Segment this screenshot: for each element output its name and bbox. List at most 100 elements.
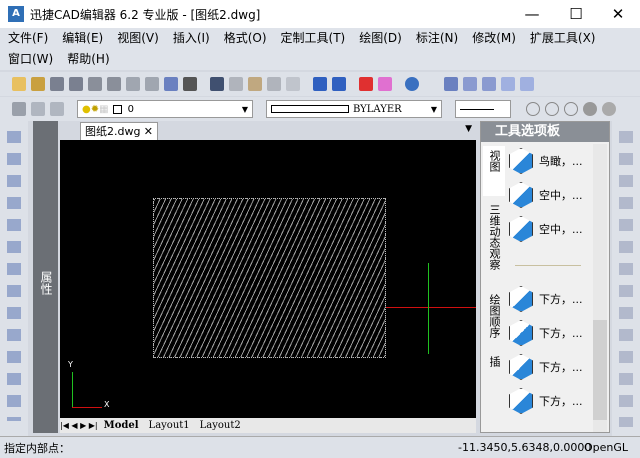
menu-view[interactable]: 视图(V) bbox=[117, 28, 159, 49]
circle-icon[interactable] bbox=[526, 102, 540, 116]
hidden-icon[interactable] bbox=[545, 102, 559, 116]
palette-tab-insert[interactable]: 插 bbox=[483, 352, 505, 382]
open-icon[interactable] bbox=[31, 77, 45, 91]
color-swatch-icon bbox=[112, 104, 122, 114]
layer-state-icon[interactable] bbox=[50, 102, 64, 116]
explode-icon[interactable] bbox=[378, 77, 392, 91]
separator bbox=[515, 265, 581, 266]
gouraud-icon[interactable] bbox=[583, 102, 597, 116]
flat-shade-icon[interactable] bbox=[564, 102, 578, 116]
tab-model[interactable]: Model bbox=[104, 420, 139, 431]
layer-previous-icon[interactable] bbox=[31, 102, 45, 116]
text-icon[interactable] bbox=[463, 77, 477, 91]
tab-list-chevron-icon[interactable]: ▼ bbox=[465, 124, 472, 134]
ucs-x-label: X bbox=[104, 400, 110, 409]
paste-special-icon[interactable] bbox=[267, 77, 281, 91]
properties-toolbar: ● ✹ ▦ 0 ▼ BYLAYER ▼ bbox=[0, 97, 640, 121]
scrollbar-thumb[interactable] bbox=[593, 320, 607, 420]
palette-item[interactable]: 下方，... bbox=[539, 291, 583, 307]
ucs-y-axis bbox=[72, 372, 73, 408]
copy-icon[interactable] bbox=[229, 77, 243, 91]
palette-item[interactable]: 空中，... bbox=[539, 221, 583, 237]
preview-icon[interactable] bbox=[126, 77, 140, 91]
draw-tool-icons[interactable] bbox=[7, 131, 21, 421]
linetype-preview bbox=[271, 105, 349, 113]
save-icon[interactable] bbox=[50, 77, 64, 91]
lineweight-combo[interactable] bbox=[455, 100, 511, 118]
close-button[interactable]: ✕ bbox=[596, 0, 640, 28]
document-tab-label: 图纸2.dwg bbox=[85, 125, 141, 138]
palette-tab-draw-order[interactable]: 绘图顺序 bbox=[483, 290, 505, 350]
palette-item[interactable]: 空中，... bbox=[539, 187, 583, 203]
new-icon[interactable] bbox=[12, 77, 26, 91]
delete-icon[interactable] bbox=[359, 77, 373, 91]
spellcheck-icon[interactable] bbox=[164, 77, 178, 91]
undo-icon[interactable] bbox=[313, 77, 327, 91]
app-logo-icon: A bbox=[8, 6, 24, 22]
menu-modify[interactable]: 修改(M) bbox=[472, 28, 516, 49]
menu-file[interactable]: 文件(F) bbox=[8, 28, 48, 49]
palette-item[interactable]: 下方，... bbox=[539, 325, 583, 341]
menu-dimension[interactable]: 标注(N) bbox=[416, 28, 458, 49]
layer-manager-icon[interactable] bbox=[12, 102, 26, 116]
menu-help[interactable]: 帮助(H) bbox=[67, 49, 109, 70]
palette-item[interactable]: 下方，... bbox=[539, 359, 583, 375]
ucs-x-axis bbox=[72, 407, 102, 408]
help-icon[interactable] bbox=[405, 77, 419, 91]
redo-icon[interactable] bbox=[332, 77, 346, 91]
chevron-down-icon: ▼ bbox=[241, 104, 248, 114]
layer-combo[interactable]: ● ✹ ▦ 0 ▼ bbox=[77, 100, 253, 118]
maximize-button[interactable]: ☐ bbox=[554, 0, 598, 28]
menu-insert[interactable]: 插入(I) bbox=[173, 28, 210, 49]
properties-label: 属性 bbox=[39, 271, 53, 295]
bulb-icon: ● bbox=[82, 103, 91, 115]
print-icon[interactable] bbox=[88, 77, 102, 91]
palette-title: 工具选项板 bbox=[481, 122, 609, 142]
publish-icon[interactable] bbox=[145, 77, 159, 91]
cube-icon bbox=[509, 320, 533, 346]
tab-layout2[interactable]: Layout2 bbox=[200, 420, 241, 431]
palette-item[interactable]: 下方，... bbox=[539, 393, 583, 409]
tool-palette: 工具选项板 视图 三维动态观察 绘图顺序 插 鸟瞰，... 空中，... 空中，… bbox=[480, 121, 610, 433]
linetype-value: BYLAYER bbox=[353, 103, 402, 115]
match-properties-icon[interactable] bbox=[286, 77, 300, 91]
text-scale-icon[interactable] bbox=[520, 77, 534, 91]
crosshair-x bbox=[386, 307, 476, 308]
draw-toolbar bbox=[0, 121, 28, 436]
menu-window[interactable]: 窗口(W) bbox=[8, 49, 53, 70]
layout-tab-bar: |◀ ◀ ▶ ▶| Model Layout1 Layout2 bbox=[60, 418, 476, 433]
tab-layout1[interactable]: Layout1 bbox=[149, 420, 190, 431]
layout-nav-icons[interactable]: |◀ ◀ ▶ ▶| bbox=[60, 421, 98, 430]
document-tab[interactable]: 图纸2.dwg ✕ bbox=[80, 122, 158, 140]
palette-item[interactable]: 鸟瞰，... bbox=[539, 153, 583, 169]
save-as-icon[interactable] bbox=[69, 77, 83, 91]
modify-tool-icons[interactable] bbox=[619, 131, 633, 427]
menu-draw[interactable]: 绘图(D) bbox=[359, 28, 402, 49]
minimize-button[interactable]: — bbox=[510, 0, 554, 28]
menu-format[interactable]: 格式(O) bbox=[224, 28, 267, 49]
menu-edit[interactable]: 编辑(E) bbox=[62, 28, 103, 49]
mtext-icon[interactable] bbox=[482, 77, 496, 91]
render-icon[interactable] bbox=[602, 102, 616, 116]
plot-icon[interactable] bbox=[107, 77, 121, 91]
ucs-y-label: Y bbox=[68, 360, 73, 369]
paste-icon[interactable] bbox=[248, 77, 262, 91]
palette-tab-3d-orbit[interactable]: 三维动态观察 bbox=[483, 200, 505, 286]
layer-value: 0 bbox=[127, 103, 134, 115]
linetype-combo[interactable]: BYLAYER ▼ bbox=[266, 100, 442, 118]
cut-icon[interactable] bbox=[210, 77, 224, 91]
cube-icon bbox=[509, 182, 533, 208]
find-icon[interactable] bbox=[183, 77, 197, 91]
palette-tab-view[interactable]: 视图 bbox=[483, 146, 505, 196]
text-edit-icon[interactable] bbox=[501, 77, 515, 91]
window-title: 迅捷CAD编辑器 6.2 专业版 - [图纸2.dwg] bbox=[30, 7, 261, 22]
hatch-pattern bbox=[153, 198, 386, 358]
lock-icon: ▦ bbox=[99, 103, 109, 115]
close-tab-icon[interactable]: ✕ bbox=[144, 123, 153, 140]
palette-scrollbar[interactable] bbox=[593, 144, 607, 432]
properties-panel-collapsed[interactable]: 属性 bbox=[33, 121, 58, 433]
menu-extensions[interactable]: 扩展工具(X) bbox=[530, 28, 596, 49]
drawing-canvas[interactable]: Y X bbox=[60, 140, 476, 418]
menu-custom-tools[interactable]: 定制工具(T) bbox=[281, 28, 346, 49]
text-style-icon[interactable] bbox=[444, 77, 458, 91]
